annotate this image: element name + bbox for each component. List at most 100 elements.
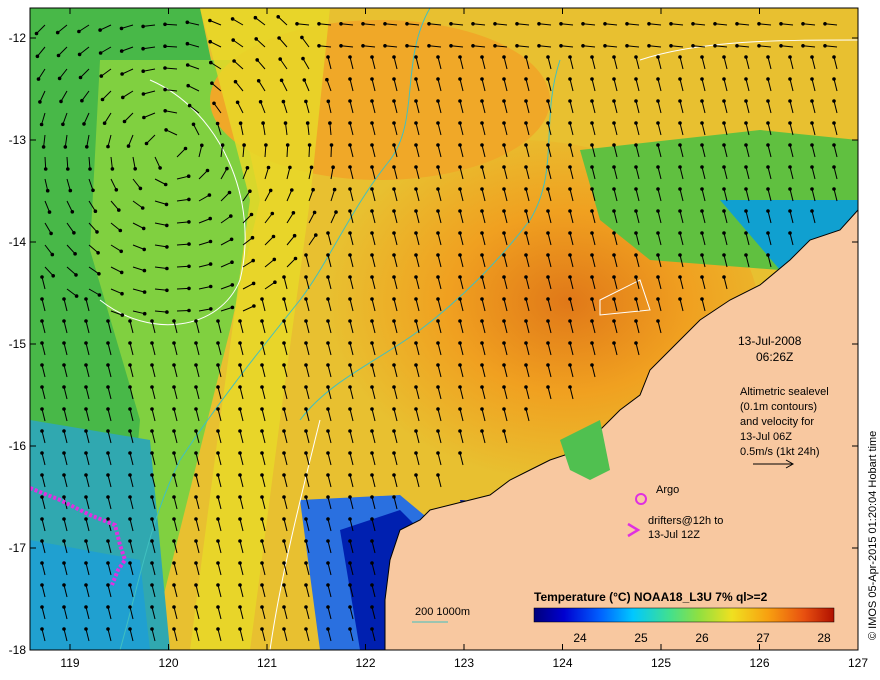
velocity-vector-head [788,77,792,81]
velocity-vector-head [40,517,44,521]
velocity-vector-head [766,253,770,257]
velocity-vector-head [744,99,748,103]
velocity-vector-head [40,297,44,301]
velocity-vector-head [788,143,792,147]
velocity-vector-head [304,297,308,301]
velocity-vector-head [436,451,440,455]
velocity-vector-head [480,297,484,301]
velocity-vector-head [370,253,374,257]
velocity-vector-head [788,231,792,235]
velocity-vector-head [282,583,286,587]
velocity-vector-head [788,187,792,191]
velocity-vector-head [612,187,616,191]
velocity-vector-head [291,211,296,215]
velocity-vector-head [546,209,550,213]
velocity-vector-head [392,209,396,213]
velocity-vector-head [779,22,783,26]
velocity-vector-head [194,495,198,499]
velocity-vector-head [700,209,704,213]
velocity-vector-head [62,473,66,477]
velocity-vector-head [546,55,550,59]
velocity-vector-head [634,121,638,125]
colorbar-tick-label: 27 [756,631,770,645]
velocity-vector-head [272,257,277,262]
velocity-vector-head [77,52,82,57]
velocity-vector-head [700,121,704,125]
velocity-vector-head [348,451,352,455]
altimetry-line-2: (0.1m contours) [740,401,817,413]
velocity-vector-head [282,407,286,411]
velocity-vector-head [524,341,528,345]
velocity-vector-head [744,165,748,169]
velocity-vector-head [700,55,704,59]
velocity-vector-head [625,22,629,26]
velocity-vector-head [348,583,352,587]
velocity-vector-head [84,605,88,609]
velocity-vector-head [128,539,132,543]
velocity-vector-head [656,231,660,235]
velocity-vector-head [270,211,275,216]
velocity-vector-head [242,143,246,147]
velocity-vector-head [216,583,220,587]
velocity-vector-head [612,77,616,81]
velocity-vector-head [300,35,304,40]
velocity-vector-head [150,495,154,499]
velocity-vector-head [700,77,704,81]
velocity-vector-head [370,55,374,59]
velocity-vector-head [691,44,695,48]
velocity-vector-head [634,187,638,191]
velocity-vector-head [172,495,176,499]
velocity-vector-head [140,206,145,210]
lon-tick-label: 126 [749,656,769,670]
velocity-vector-head [612,275,616,279]
velocity-vector-head [281,99,286,104]
velocity-vector-head [524,231,528,235]
velocity-vector-head [238,341,242,345]
velocity-vector-head [307,143,312,147]
velocity-vector-head [40,275,44,279]
velocity-vector-head [656,209,660,213]
velocity-vector-head [669,22,673,26]
velocity-vector-head [258,100,263,104]
velocity-vector-head [370,451,374,455]
velocity-vector-head [304,319,308,323]
velocity-vector-head [290,188,294,192]
velocity-vector-head [142,311,147,316]
velocity-vector-head [187,308,191,313]
velocity-vector-head [220,143,225,147]
velocity-vector-head [361,44,365,48]
velocity-vector-head [163,66,167,70]
velocity-vector-head [568,99,572,103]
velocity-vector-head [634,319,638,323]
velocity-vector-head [194,363,198,367]
velocity-vector-head [656,143,660,147]
velocity-vector-head [200,143,204,148]
velocity-vector-head [524,209,528,213]
velocity-vector-head [427,22,431,26]
velocity-vector-head [832,77,836,81]
velocity-vector-head [436,385,440,389]
velocity-vector-head [84,561,88,565]
velocity-vector-head [414,429,418,433]
velocity-vector-head [678,275,682,279]
velocity-vector-head [480,407,484,411]
velocity-vector-head [251,258,255,263]
velocity-vector-head [656,99,660,103]
velocity-vector-head [150,407,154,411]
velocity-vector-head [348,121,352,125]
velocity-vector-head [568,143,572,147]
velocity-vector-head [304,561,308,565]
velocity-vector-head [106,583,110,587]
velocity-vector-head [590,231,594,235]
velocity-vector-head [84,385,88,389]
velocity-vector-head [84,473,88,477]
velocity-vector-head [238,473,242,477]
velocity-vector-head [194,627,198,631]
velocity-vector-head [669,44,673,48]
velocity-vector-head [117,208,121,212]
lat-tick-label: -18 [9,643,27,657]
velocity-vector-head [524,165,528,169]
velocity-vector-head [480,209,484,213]
velocity-vector-head [216,451,220,455]
velocity-vector-head [370,297,374,301]
